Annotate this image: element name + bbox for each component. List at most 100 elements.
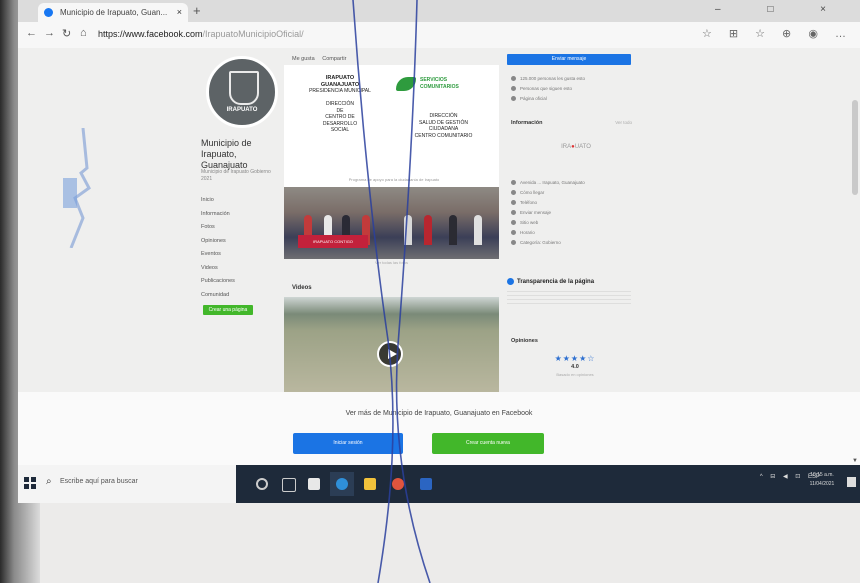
messenger-icon [511, 210, 516, 216]
tab-title: Municipio de Irapuato, Guan... [60, 8, 168, 17]
detail-row[interactable]: Cómo llegar [511, 188, 631, 198]
share-button[interactable]: Compartir [322, 56, 346, 62]
photo-decoration-icon [63, 128, 91, 248]
menu-item-fotos[interactable]: Fotos [201, 221, 281, 235]
transparency-heading: Transparencia de la página [507, 278, 631, 285]
like-button[interactable]: Me gusta [292, 56, 315, 62]
clock-icon [511, 230, 516, 236]
detail-row[interactable]: Sitio web [511, 218, 631, 228]
create-page-button[interactable]: Crear una página [203, 305, 253, 315]
rating-summary: ★★★★☆ 4.0 Basado en opiniones [545, 354, 605, 377]
transparency-text [507, 291, 631, 308]
menu-item-publicaciones[interactable]: Publicaciones [201, 275, 281, 289]
file-explorer-icon[interactable] [358, 472, 382, 496]
store-icon[interactable] [302, 472, 326, 496]
page-menu: Inicio Información Fotos Opiniones Event… [201, 194, 281, 302]
new-tab-button[interactable]: + [193, 3, 201, 18]
page-stats: 125.000 personas les gusta esto Personas… [511, 74, 631, 104]
close-tab-icon[interactable]: × [177, 3, 182, 22]
like-icon [511, 76, 516, 82]
menu-item-eventos[interactable]: Eventos [201, 248, 281, 262]
search-icon: ⌕ [46, 476, 52, 487]
post-brand: COMUNITARIOS [420, 83, 459, 90]
home-icon[interactable]: ⌂ [80, 27, 87, 39]
page-actions: Me gusta Compartir [292, 56, 346, 62]
edge-icon[interactable] [330, 472, 354, 496]
login-footer: Ver más de Municipio de Irapuato, Guanaj… [18, 392, 860, 465]
video-thumbnail[interactable] [284, 297, 499, 392]
leaf-logo-icon [396, 77, 416, 91]
clock-time: 10:15 a.m. [810, 472, 834, 478]
page-title: Municipio de Irapuato, Guanajuato [201, 138, 252, 170]
menu-item-videos[interactable]: Videos [201, 262, 281, 276]
stat-row: 125.000 personas les gusta esto [511, 74, 631, 84]
globe-icon [511, 220, 516, 226]
task-view-icon[interactable] [276, 472, 300, 496]
follow-icon [511, 86, 516, 92]
detail-row[interactable]: Enviar mensaje [511, 208, 631, 218]
send-message-button[interactable]: Enviar mensaje [507, 54, 631, 65]
browser-tab[interactable]: Municipio de Irapuato, Guan... × [38, 3, 188, 22]
window-controls[interactable]: – □ × [715, 4, 848, 15]
page-profile-column: IRAPUATO Municipio de Irapuato, Guanajua… [193, 48, 288, 392]
logo-text: UATO [574, 144, 591, 150]
cortana-icon[interactable] [250, 472, 274, 496]
back-icon[interactable]: ← [26, 27, 37, 39]
scroll-down-icon[interactable]: ▼ [852, 458, 858, 464]
page-scrollbar[interactable] [852, 100, 858, 195]
login-button[interactable]: Iniciar sesión [293, 433, 403, 454]
opinions-heading: Opiniones [511, 338, 538, 344]
rating-value: 4.0 [571, 364, 579, 370]
post-card[interactable]: IRAPUATO GUANAJUATO PRESIDENCIA MUNICIPA… [284, 65, 499, 187]
login-prompt: Ver más de Municipio de Irapuato, Guanaj… [345, 410, 533, 417]
photo-post[interactable]: IRAPUATO CONTIGO [284, 187, 499, 259]
play-icon[interactable] [377, 341, 403, 367]
info-details: Avenida ... Irapuato, Guanajuato Cómo ll… [511, 178, 631, 248]
chrome-icon[interactable] [386, 472, 410, 496]
stat-row: Página oficial [511, 94, 631, 104]
page-avatar[interactable]: IRAPUATO [206, 56, 278, 128]
tag-icon [511, 240, 516, 246]
location-icon [511, 180, 516, 186]
post-left-text: IRAPUATO GUANAJUATO PRESIDENCIA MUNICIPA… [296, 75, 384, 134]
menu-item-comunidad[interactable]: Comunidad [201, 289, 281, 303]
page-info-column: Enviar mensaje 125.000 personas les gust… [501, 48, 636, 392]
clock-date: 11/04/2021 [809, 481, 835, 487]
videos-heading: Videos [292, 285, 312, 291]
directions-icon [511, 190, 516, 196]
info-heading: Información [511, 120, 543, 126]
create-account-button[interactable]: Crear cuenta nueva [432, 433, 544, 454]
stars-icon: ★★★★☆ [554, 354, 596, 363]
post-line: PRESIDENCIA MUNICIPAL [309, 88, 371, 94]
page-subtitle: Municipio de Irapuato Gobierno 2021 [201, 169, 271, 182]
see-all-photos-link[interactable]: Ver todas las fotos [284, 260, 499, 265]
browser-window: Municipio de Irapuato, Guan... × + – □ ×… [18, 0, 860, 392]
logo-text: IRA [561, 144, 572, 150]
url-field[interactable]: https://www.facebook.com/IrapuatoMunicip… [98, 26, 658, 43]
word-icon[interactable] [414, 472, 438, 496]
forward-icon[interactable]: → [44, 27, 55, 39]
post-right-text: SERVICIOS COMUNITARIOS DIRECCIÓN SALUD D… [396, 77, 491, 139]
photo-banner: IRAPUATO CONTIGO [298, 235, 368, 248]
crest-icon [229, 71, 259, 105]
menu-item-opiniones[interactable]: Opiniones [201, 235, 281, 249]
menu-item-informacion[interactable]: Información [201, 208, 281, 222]
reload-icon[interactable]: ↻ [62, 27, 71, 40]
facebook-page: IRAPUATO Municipio de Irapuato, Guanajua… [18, 48, 860, 392]
browser-toolbar-icons[interactable]: ☆ ⊞ ☆ ⊕ ◉ … [702, 27, 846, 40]
detail-row: Categoría: Gobierno [511, 238, 631, 248]
url-host: https://www.facebook.com [98, 29, 203, 39]
tab-bar: Municipio de Irapuato, Guan... × + – □ × [18, 0, 860, 22]
info-see-all-link[interactable]: Ver todo [615, 120, 632, 125]
notifications-icon[interactable] [847, 477, 856, 487]
info-icon [511, 96, 516, 102]
menu-item-inicio[interactable]: Inicio [201, 194, 281, 208]
stat-row: Personas que siguen esto [511, 84, 631, 94]
irapuato-logo: IRA●UATO [541, 144, 611, 154]
taskbar-search-area: ⌕ Escribe aquí para buscar [18, 465, 236, 503]
taskbar-search-input[interactable]: Escribe aquí para buscar [60, 478, 138, 485]
taskbar-clock[interactable]: 10:15 a.m. 11/04/2021 [802, 471, 842, 489]
transparency-section: Transparencia de la página [507, 278, 631, 308]
detail-row: Horario [511, 228, 631, 238]
windows-start-icon[interactable] [24, 477, 36, 489]
